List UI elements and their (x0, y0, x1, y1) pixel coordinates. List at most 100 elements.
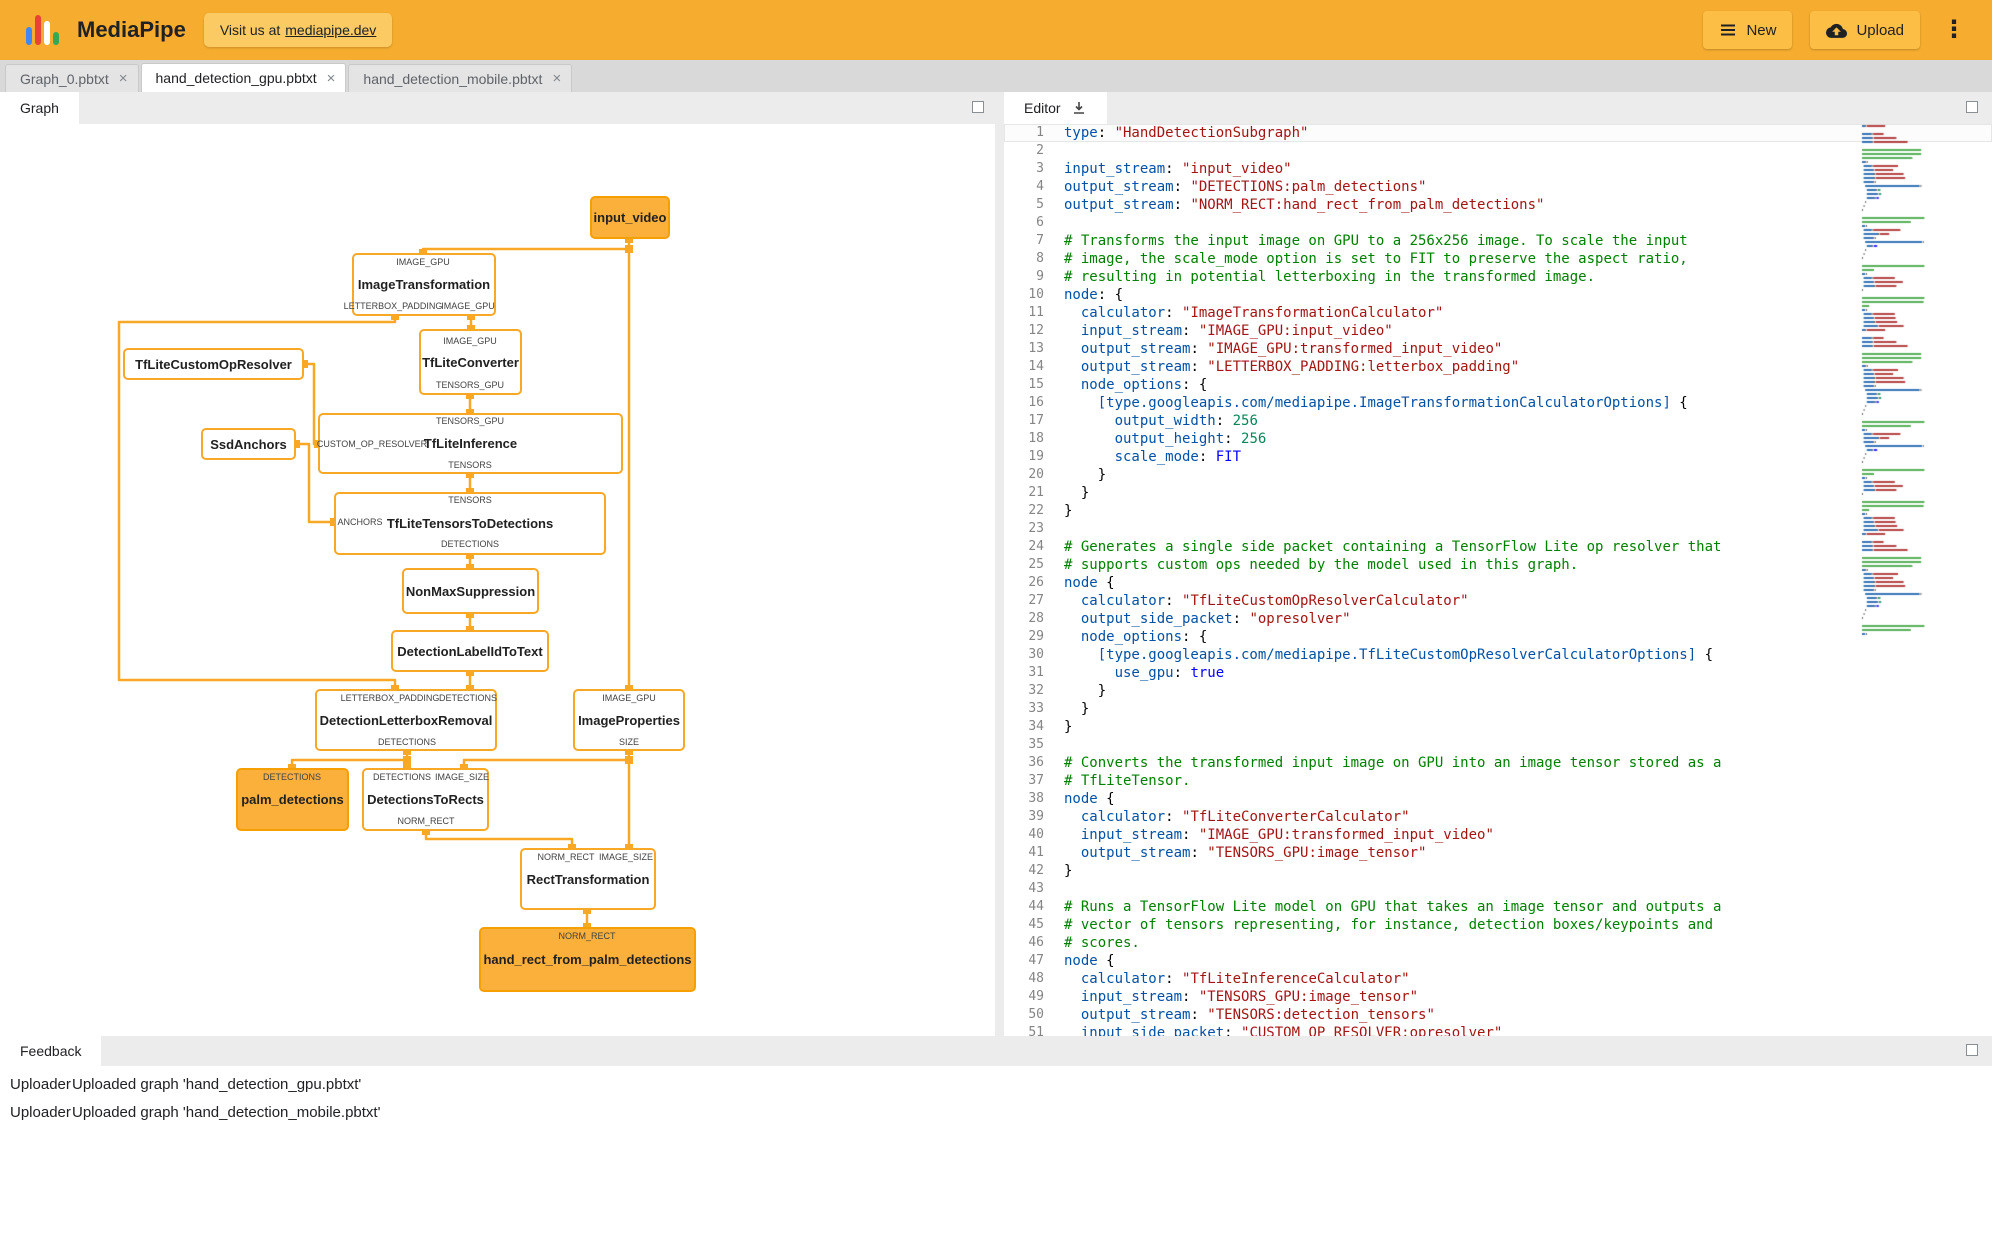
line-number: 29 (1028, 629, 1044, 644)
graph-canvas[interactable]: input_video ImageTransformation IMAGE_GPU L… (0, 124, 995, 1036)
code-line[interactable]: 22} (1004, 502, 1992, 520)
code-line[interactable]: 31 use_gpu: true (1004, 664, 1992, 682)
code-line[interactable]: 9 # resulting in potential letterboxing i… (1004, 268, 1992, 286)
code-line[interactable]: 28 output_side_packet: "opresolver" (1004, 610, 1992, 628)
code-line[interactable]: 19 scale_mode: FIT (1004, 448, 1992, 466)
code-line[interactable]: 11 calculator: "ImageTransformationCalcu… (1004, 304, 1992, 322)
code-line[interactable]: 21 } (1004, 484, 1992, 502)
code-line[interactable]: 5 output_stream: "NORM_RECT:hand_rect_fro… (1004, 196, 1992, 214)
code-line[interactable]: 51 input_side_packet: "CUSTOM_OP_RESOLVE… (1004, 1024, 1992, 1036)
line-number: 35 (1028, 737, 1044, 752)
code-line[interactable]: 1 type: "HandDetectionSubgraph" (1004, 124, 1992, 142)
graph-tab[interactable]: Graph (0, 92, 79, 124)
code-line[interactable]: 16 [type.googleapis.com/mediapipe.ImageT… (1004, 394, 1992, 412)
feedback-row: Uploader Uploaded graph 'hand_detection_m… (0, 1098, 1992, 1126)
port-label: DETECTIONS (262, 772, 322, 782)
code-line[interactable]: 23 (1004, 520, 1992, 538)
code-text: # TfLiteTensor. (1064, 773, 1191, 789)
code-line[interactable]: 14 output_stream: "LETTERBOX_PADDING:let… (1004, 358, 1992, 376)
code-line[interactable]: 36 # Converts the transformed input image… (1004, 754, 1992, 772)
code-line[interactable]: 12 input_stream: "IMAGE_GPU:input_video" (1004, 322, 1992, 340)
line-number: 39 (1028, 809, 1044, 824)
code-line[interactable]: 2 (1004, 142, 1992, 160)
code-line[interactable]: 3 input_stream: "input_video" (1004, 160, 1992, 178)
code-line[interactable]: 50 output_stream: "TENSORS:detection_ten… (1004, 1006, 1992, 1024)
code-line[interactable]: 8 # image, the scale_mode option is set t… (1004, 250, 1992, 268)
close-tab-icon[interactable]: × (119, 70, 128, 87)
feedback-message: Uploaded graph 'hand_detection_mobile.pb… (72, 1103, 381, 1121)
file-tab-label: Graph_0.pbtxt (20, 70, 109, 87)
code-line[interactable]: 33 } (1004, 700, 1992, 718)
code-line[interactable]: 26 node { (1004, 574, 1992, 592)
graph-node-title: TfLiteConverter (422, 354, 519, 370)
code-line[interactable]: 39 calculator: "TfLiteConverterCalculato… (1004, 808, 1992, 826)
minimap[interactable] (1859, 124, 1944, 644)
graph-node-DetectionLabelIdToText[interactable]: DetectionLabelIdToText (391, 630, 549, 672)
line-number: 12 (1028, 323, 1044, 338)
code-line[interactable]: 4 output_stream: "DETECTIONS:palm_detecti… (1004, 178, 1992, 196)
pane-splitter[interactable] (995, 124, 1004, 1036)
code-line[interactable]: 43 (1004, 880, 1992, 898)
new-button[interactable]: New (1703, 11, 1793, 49)
graph-node-input_video[interactable]: input_video (590, 196, 670, 239)
code-line[interactable]: 45 # vector of tensors representing, for … (1004, 916, 1992, 934)
download-icon[interactable] (1071, 100, 1087, 116)
line-number: 9 (1036, 269, 1044, 284)
kebab-menu-icon[interactable]: ⋮ (1938, 18, 1970, 42)
code-text: } (1064, 467, 1107, 483)
code-line[interactable]: 46 # scores. (1004, 934, 1992, 952)
code-line[interactable]: 7 # Transforms the input image on GPU to … (1004, 232, 1992, 250)
code-line[interactable]: 38 node { (1004, 790, 1992, 808)
graph-node-SsdAnchors[interactable]: SsdAnchors (201, 428, 296, 460)
graph-node-NonMaxSuppression[interactable]: NonMaxSuppression (402, 568, 539, 614)
app-title: MediaPipe (77, 17, 186, 42)
code-line[interactable]: 42} (1004, 862, 1992, 880)
feedback-tab[interactable]: Feedback (0, 1036, 102, 1066)
graph-tab-label: Graph (20, 100, 59, 116)
code-text: [type.googleapis.com/mediapipe.TfLiteCus… (1097, 647, 1714, 663)
popout-icon[interactable] (1966, 101, 1978, 113)
code-line[interactable]: 40 input_stream: "IMAGE_GPU:transformed_… (1004, 826, 1992, 844)
line-number: 42 (1028, 863, 1044, 878)
code-line[interactable]: 41 output_stream: "TENSORS_GPU:image_ten… (1004, 844, 1992, 862)
code-line[interactable]: 30 [type.googleapis.com/mediapipe.TfLite… (1004, 646, 1992, 664)
close-tab-icon[interactable]: × (327, 70, 336, 87)
code-line[interactable]: 18 output_height: 256 (1004, 430, 1992, 448)
mediapipe-dev-link[interactable]: mediapipe.dev (285, 22, 376, 38)
code-line[interactable]: 6 (1004, 214, 1992, 232)
upload-button[interactable]: Upload (1810, 11, 1920, 49)
code-line[interactable]: 24 # Generates a single side packet conta… (1004, 538, 1992, 556)
visit-us-chip[interactable]: Visit us at mediapipe.dev (203, 13, 393, 47)
code-line[interactable]: 29 node_options: { (1004, 628, 1992, 646)
code-line[interactable]: 20 } (1004, 466, 1992, 484)
graph-node-TfLiteCustomOpResolver[interactable]: TfLiteCustomOpResolver (123, 348, 304, 380)
close-tab-icon[interactable]: × (552, 70, 561, 87)
line-number: 27 (1028, 593, 1044, 608)
editor-tab[interactable]: Editor (1004, 92, 1107, 124)
code-line[interactable]: 44 # Runs a TensorFlow Lite model on GPU … (1004, 898, 1992, 916)
code-line[interactable]: 13 output_stream: "IMAGE_GPU:transformed… (1004, 340, 1992, 358)
popout-icon[interactable] (1966, 1044, 1978, 1056)
code-editor[interactable]: 1 type: "HandDetectionSubgraph" 2 3 input_st… (1004, 124, 1992, 1036)
line-number: 23 (1028, 521, 1044, 536)
file-tab[interactable]: Graph_0.pbtxt × (5, 64, 139, 92)
code-line[interactable]: 27 calculator: "TfLiteCustomOpResolverCa… (1004, 592, 1992, 610)
code-line[interactable]: 49 input_stream: "TENSORS_GPU:image_tens… (1004, 988, 1992, 1006)
graph-node-title: TfLiteTensorsToDetections (386, 516, 554, 531)
code-line[interactable]: 37 # TfLiteTensor. (1004, 772, 1992, 790)
code-line[interactable]: 34} (1004, 718, 1992, 736)
code-line[interactable]: 47 node { (1004, 952, 1992, 970)
popout-icon[interactable] (972, 101, 984, 113)
code-line[interactable]: 32 } (1004, 682, 1992, 700)
graph-node-title: TfLiteInference (423, 436, 518, 451)
code-line[interactable]: 17 output_width: 256 (1004, 412, 1992, 430)
code-line[interactable]: 10 node: { (1004, 286, 1992, 304)
file-tab[interactable]: hand_detection_mobile.pbtxt × (348, 64, 573, 92)
code-line[interactable]: 35 (1004, 736, 1992, 754)
code-line[interactable]: 15 node_options: { (1004, 376, 1992, 394)
code-line[interactable]: 25 # supports custom ops needed by the mo… (1004, 556, 1992, 574)
code-line[interactable]: 48 calculator: "TfLiteInferenceCalculato… (1004, 970, 1992, 988)
file-tab[interactable]: hand_detection_gpu.pbtxt × (140, 63, 347, 92)
